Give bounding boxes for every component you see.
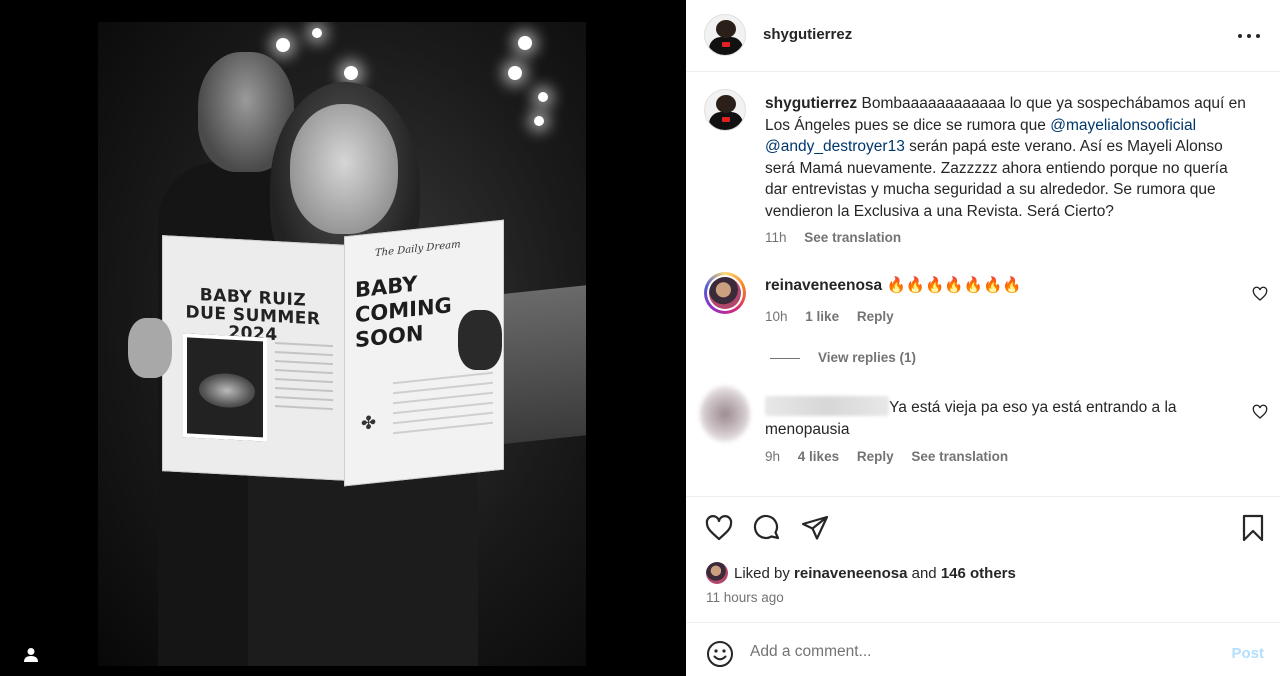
comment-1-username[interactable]: reinaveneenosa: [765, 277, 882, 294]
heart-icon[interactable]: [704, 513, 734, 543]
comment-1-like-heart-icon[interactable]: [1252, 286, 1268, 302]
comment-1-meta: 10h 1 like Reply: [765, 309, 908, 324]
newspaper-masthead: The Daily Dream: [375, 239, 461, 260]
post-media-area: BABY RUIZ DUE SUMMER 2024 The Daily Drea…: [0, 0, 686, 676]
post-detail-panel: shygutierrez shygutierrez Bombaaaaaaaaaa…: [686, 0, 1280, 676]
bookmark-icon[interactable]: [1238, 513, 1268, 543]
post-timestamp[interactable]: 11 hours ago: [706, 590, 784, 605]
comments-section: shygutierrez Bombaaaaaaaaaaaa lo que ya …: [686, 72, 1280, 496]
likes-others-count[interactable]: 146 others: [941, 565, 1016, 582]
caption-username[interactable]: shygutierrez: [765, 95, 857, 112]
comment-input[interactable]: [750, 637, 1210, 667]
likes-prefix: Liked by: [734, 564, 790, 582]
caption-see-translation[interactable]: See translation: [804, 230, 901, 245]
comment-1-reply[interactable]: Reply: [857, 309, 894, 324]
comment-2-like-heart-icon[interactable]: [1252, 404, 1268, 420]
comment-2-time: 9h: [765, 449, 781, 464]
comment-1-body: reinaveneenosa 🔥🔥🔥🔥🔥🔥🔥: [765, 276, 1022, 295]
post-comment-button[interactable]: Post: [1231, 645, 1264, 662]
likes-summary: Liked by reinaveneenosa and 146 others: [706, 562, 1016, 584]
commenter-avatar-blurred[interactable]: [700, 386, 750, 442]
liker-username[interactable]: reinaveneenosa: [794, 565, 907, 582]
author-username[interactable]: shygutierrez: [763, 26, 852, 43]
share-icon[interactable]: [800, 513, 830, 543]
commenter-avatar[interactable]: [704, 272, 746, 314]
ultrasound-image: [183, 333, 267, 442]
comment-2-body: Ya está vieja pa eso ya está entrando a …: [765, 396, 1205, 440]
comment-icon[interactable]: [752, 513, 782, 543]
add-comment-bar: Post: [686, 622, 1280, 676]
author-avatar[interactable]: [704, 14, 746, 56]
mention-andy-destroyer13[interactable]: @andy_destroyer13: [765, 138, 905, 155]
more-options-icon[interactable]: [1238, 26, 1260, 46]
post-photo[interactable]: BABY RUIZ DUE SUMMER 2024 The Daily Drea…: [98, 22, 586, 666]
caption-time: 11h: [765, 230, 787, 245]
caption-text: shygutierrez Bombaaaaaaaaaaaa lo que ya …: [765, 93, 1253, 222]
pacifier-icon: ✤: [361, 412, 377, 434]
likes-middle: and: [911, 564, 937, 582]
caption-meta: 11h See translation: [765, 230, 915, 245]
comment-1-time: 10h: [765, 309, 788, 324]
mention-mayelialonsooficial[interactable]: @mayelialonsooficial: [1050, 117, 1196, 134]
comment-2-meta: 9h 4 likes Reply See translation: [765, 449, 1022, 464]
emoji-icon[interactable]: [706, 640, 734, 668]
profile-icon[interactable]: [22, 646, 40, 664]
caption-avatar[interactable]: [704, 89, 746, 131]
newspaper-left-page: BABY RUIZ DUE SUMMER 2024: [162, 235, 348, 481]
post-header: shygutierrez: [686, 0, 1280, 72]
replies-divider: [770, 358, 800, 359]
liker-avatar[interactable]: [706, 562, 728, 584]
post-actions-bar: [686, 496, 1280, 550]
comment-1-likes[interactable]: 1 like: [805, 309, 839, 324]
comment-2-see-translation[interactable]: See translation: [911, 449, 1008, 464]
comment-2-likes[interactable]: 4 likes: [798, 449, 839, 464]
comment-1-text: 🔥🔥🔥🔥🔥🔥🔥: [886, 277, 1022, 294]
view-replies-button[interactable]: View replies (1): [818, 350, 916, 365]
comment-2-username-blurred[interactable]: [765, 396, 889, 416]
comment-2-reply[interactable]: Reply: [857, 449, 894, 464]
